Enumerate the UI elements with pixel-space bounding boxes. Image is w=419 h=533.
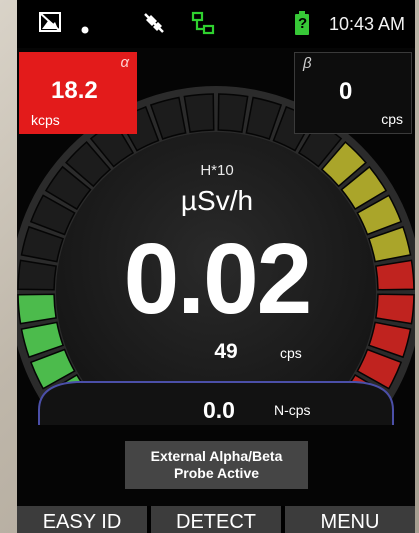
gauge-segment xyxy=(17,259,57,291)
gauge-segment xyxy=(183,93,215,133)
detect-button[interactable]: DETECT xyxy=(151,506,281,533)
image-icon xyxy=(39,12,61,37)
easy-id-button[interactable]: EASY ID xyxy=(17,506,147,533)
alpha-symbol: α xyxy=(120,54,129,71)
alpha-value: 18.2 xyxy=(51,77,98,104)
battery-unknown-label: ? xyxy=(298,15,308,32)
beta-unit: cps xyxy=(381,111,403,127)
probe-notice-line1: External Alpha/Beta xyxy=(150,448,283,464)
dose-rate-unit: µSv/h xyxy=(180,185,254,216)
clock-time: 10:43 AM xyxy=(328,14,405,34)
beta-symbol: β xyxy=(303,55,312,72)
beta-count-panel[interactable]: β 0 cps xyxy=(294,52,412,134)
alpha-count-panel[interactable]: α 18.2 kcps xyxy=(19,52,137,134)
cps-unit: cps xyxy=(280,345,302,361)
network-icon xyxy=(191,11,215,40)
gauge-segment xyxy=(217,93,249,133)
beta-value: 0 xyxy=(339,78,353,105)
alpha-unit: kcps xyxy=(31,112,60,128)
device-screen: ? 10:43 AM α 18.2 kcps β 0 cps H*10 µSv/… xyxy=(17,0,415,533)
satellite-off-icon xyxy=(143,12,165,39)
gauge-segment xyxy=(375,293,415,325)
dose-quantity-label: H*10 xyxy=(200,162,234,179)
menu-button[interactable]: MENU xyxy=(285,506,415,533)
dot-icon xyxy=(81,18,89,39)
softkey-bar: EASY ID DETECT MENU xyxy=(17,506,415,533)
neutron-cps-unit: N-cps xyxy=(274,402,311,418)
status-bar: ? 10:43 AM xyxy=(17,0,415,48)
neutron-cps-value: 0.0 xyxy=(203,397,235,423)
probe-notice-line2: Probe Active xyxy=(173,465,260,481)
probe-status-notice: External Alpha/Beta Probe Active xyxy=(125,441,308,489)
gauge-segment xyxy=(375,259,415,291)
dose-rate-reading: 0.02 xyxy=(123,223,313,335)
gauge-segment xyxy=(17,293,57,325)
cps-value: 49 xyxy=(214,340,238,363)
